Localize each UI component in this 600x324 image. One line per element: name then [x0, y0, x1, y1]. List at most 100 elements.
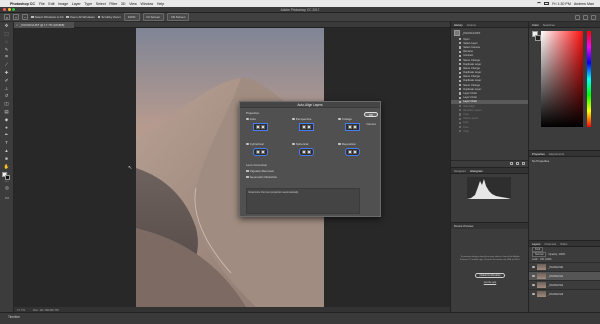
- layer-row[interactable]: _PAC0GVH3: [529, 289, 600, 298]
- history-snapshot[interactable]: _PAC0GVHST: [451, 28, 529, 37]
- layer-row[interactable]: _PAC0GVH2: [529, 280, 600, 289]
- dodge-tool-icon[interactable]: ●: [2, 125, 12, 132]
- battery-icon[interactable]: [544, 2, 550, 5]
- type-tool-icon[interactable]: T: [2, 140, 12, 147]
- zoom-level[interactable]: 17.7%: [17, 308, 25, 312]
- blend-mode-select[interactable]: Normal: [532, 252, 547, 257]
- menu-item-file[interactable]: File: [39, 2, 45, 6]
- radio-spherical[interactable]: [292, 142, 295, 146]
- tab-paths[interactable]: Paths: [560, 242, 567, 246]
- menu-item-image[interactable]: Image: [58, 2, 68, 6]
- projection-auto-option[interactable]: Auto: [246, 117, 274, 143]
- resize-windows-checkbox[interactable]: Select Windows to Fit: [31, 15, 63, 19]
- menu-item-3d[interactable]: 3D: [121, 2, 126, 6]
- new-document-icon[interactable]: [510, 162, 513, 165]
- layer-row[interactable]: _PAC0GVH1: [529, 271, 600, 280]
- pen-tool-icon[interactable]: ✒: [2, 132, 12, 139]
- check-devices-button[interactable]: Check for Devices: [475, 273, 505, 278]
- trash-icon[interactable]: [522, 162, 525, 165]
- tab-color[interactable]: Color: [532, 23, 539, 27]
- cancel-button[interactable]: Cancel: [364, 122, 378, 127]
- hue-slider[interactable]: [587, 31, 591, 127]
- fit-screen-button[interactable]: Fit Screen: [142, 13, 165, 21]
- lasso-tool-icon[interactable]: ◌: [2, 39, 12, 46]
- geometric-distortion-checkbox[interactable]: Geometric Distortion: [246, 175, 277, 179]
- menu-user[interactable]: Andrew Man: [574, 2, 594, 6]
- vignette-removal-checkbox[interactable]: Vignette Removal: [246, 169, 273, 173]
- menu-clock[interactable]: Fri 1:30 PM: [552, 2, 571, 6]
- search-icon[interactable]: [575, 14, 580, 20]
- wifi-icon[interactable]: [537, 2, 542, 5]
- minimize-window-icon[interactable]: [7, 8, 11, 12]
- quick-select-tool-icon[interactable]: ✎: [2, 47, 12, 54]
- eraser-tool-icon[interactable]: ◫: [2, 101, 12, 108]
- ok-button[interactable]: OK: [364, 112, 378, 117]
- tab-actions[interactable]: Actions: [467, 23, 476, 27]
- menu-item-type[interactable]: Type: [84, 2, 92, 6]
- zoom-tool-icon[interactable]: ⌕: [4, 14, 10, 20]
- eyedropper-tool-icon[interactable]: ⟋: [2, 62, 12, 69]
- timeline-label[interactable]: Timeline: [8, 315, 20, 319]
- menu-item-select[interactable]: Select: [96, 2, 106, 6]
- menu-item-edit[interactable]: Edit: [48, 2, 54, 6]
- crop-tool-icon[interactable]: ⌗: [2, 54, 12, 61]
- radio-perspective[interactable]: [292, 117, 295, 121]
- fill-field[interactable]: Fill: 100%: [540, 258, 551, 261]
- doc-info[interactable]: Doc: 111.7M/320.7M: [33, 308, 59, 312]
- scrubby-zoom-checkbox[interactable]: Scrubby Zoom: [97, 15, 121, 19]
- projection-collage-option[interactable]: Collage: [338, 117, 366, 143]
- fill-screen-button[interactable]: Fill Screen: [167, 13, 190, 21]
- projection-reposition-option[interactable]: Reposition: [338, 142, 366, 168]
- menu-item-layer[interactable]: Layer: [72, 2, 81, 6]
- tab-adjustments[interactable]: Adjustments: [549, 152, 564, 156]
- fg-bg-swatches[interactable]: [532, 31, 541, 41]
- zoom-in-icon[interactable]: +: [13, 14, 19, 20]
- tab-histogram[interactable]: Histogram: [470, 169, 483, 173]
- brush-tool-icon[interactable]: ✐: [2, 78, 12, 85]
- visibility-eye-icon[interactable]: [532, 266, 535, 268]
- close-window-icon[interactable]: [3, 8, 6, 12]
- tab-properties[interactable]: Properties: [532, 152, 545, 156]
- history-brush-icon[interactable]: ↺: [2, 93, 12, 100]
- layer-row[interactable]: _PAC0GVH0: [529, 262, 600, 271]
- menu-item-window[interactable]: Window: [140, 2, 153, 6]
- quick-mask-icon[interactable]: ◎: [2, 185, 12, 192]
- zoom-window-icon[interactable]: [12, 8, 15, 12]
- blur-tool-icon[interactable]: ◆: [2, 117, 12, 124]
- canvas-area[interactable]: ↖: [14, 28, 450, 307]
- visibility-eye-icon[interactable]: [532, 284, 535, 286]
- tab-history[interactable]: History: [454, 23, 463, 27]
- tab-channels[interactable]: Channels: [544, 242, 556, 246]
- healing-brush-icon[interactable]: ✚: [2, 70, 12, 77]
- tab-layers[interactable]: Layers: [532, 242, 540, 246]
- visibility-eye-icon[interactable]: [532, 293, 535, 295]
- move-tool-icon[interactable]: ✥: [2, 23, 12, 30]
- path-select-icon[interactable]: ▲: [2, 148, 12, 155]
- zoom-out-icon[interactable]: −: [22, 14, 28, 20]
- color-picker-field[interactable]: [541, 31, 583, 127]
- tab-navigator[interactable]: Navigator: [454, 169, 466, 173]
- background-color-swatch[interactable]: [5, 175, 10, 180]
- radio-auto[interactable]: [246, 117, 249, 121]
- marquee-tool-icon[interactable]: ⬚: [2, 31, 12, 38]
- projection-spherical-option[interactable]: Spherical: [292, 142, 320, 168]
- get-app-link[interactable]: Get the app: [479, 281, 501, 284]
- radio-reposition[interactable]: [338, 142, 341, 146]
- menu-item-filter[interactable]: Filter: [109, 2, 117, 6]
- screen-mode-icon[interactable]: ▭: [2, 195, 12, 202]
- opacity-field[interactable]: Opacity: 100%: [548, 253, 565, 256]
- zoom-all-checkbox[interactable]: Zoom All Windows: [66, 15, 95, 19]
- history-item[interactable]: Crop: [451, 129, 529, 133]
- workspace-icon[interactable]: [583, 14, 588, 20]
- radio-cylindrical[interactable]: [246, 142, 249, 146]
- shape-tool-icon[interactable]: ■: [2, 156, 12, 163]
- close-tab-icon[interactable]: ×: [16, 23, 18, 27]
- menu-item-help[interactable]: Help: [157, 2, 164, 6]
- menu-item-view[interactable]: View: [129, 2, 137, 6]
- projection-perspective-option[interactable]: Perspective: [292, 117, 320, 143]
- hand-tool-icon[interactable]: ✋: [2, 164, 12, 171]
- zoom-100-button[interactable]: 100%: [123, 13, 140, 21]
- radio-collage[interactable]: [338, 117, 341, 121]
- gradient-tool-icon[interactable]: ▤: [2, 109, 12, 116]
- visibility-eye-icon[interactable]: [532, 275, 535, 277]
